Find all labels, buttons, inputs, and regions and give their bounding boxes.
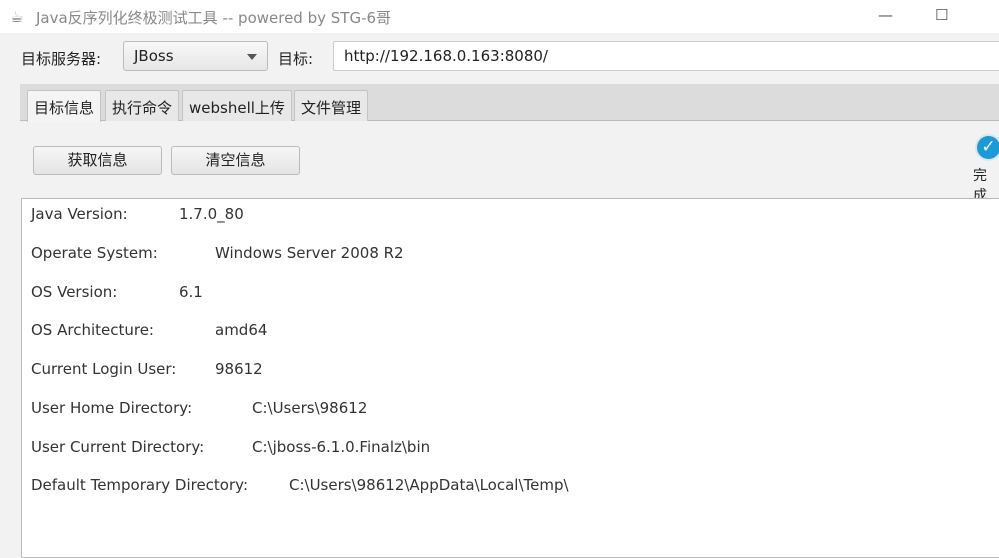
- info-value: 98612: [215, 360, 263, 378]
- info-value: 1.7.0_80: [179, 205, 244, 223]
- target-label: 目标:: [278, 50, 314, 68]
- tab-target-info[interactable]: 目标信息: [27, 90, 102, 122]
- check-circle-icon: ✓: [975, 134, 999, 161]
- info-key: OS Architecture:: [31, 321, 154, 339]
- server-label: 目标服务器:: [21, 50, 102, 68]
- clear-info-button[interactable]: 清空信息: [171, 146, 300, 175]
- info-key: Default Temporary Directory:: [31, 476, 248, 494]
- tab-execute-command[interactable]: 执行命令: [105, 90, 180, 121]
- info-key: User Current Directory:: [31, 438, 205, 456]
- tab-bar: 目标信息 执行命令 webshell上传 文件管理: [20, 84, 999, 122]
- maximize-button[interactable]: ☐: [935, 6, 948, 24]
- info-value: amd64: [215, 321, 268, 339]
- target-url-input[interactable]: http://192.168.0.163:8080/: [333, 41, 999, 71]
- info-value: 6.1: [179, 283, 203, 301]
- window-title: Java反序列化终极测试工具 -- powered by STG-6哥: [36, 9, 392, 27]
- target-url-value: http://192.168.0.163:8080/: [344, 47, 548, 65]
- info-value: Windows Server 2008 R2: [215, 244, 404, 262]
- target-info-textarea[interactable]: Java Version: 1.7.0_80 Operate System: Win…: [21, 198, 999, 558]
- get-info-button[interactable]: 获取信息: [33, 146, 162, 175]
- info-key: Java Version:: [31, 205, 128, 223]
- tab-webshell-upload[interactable]: webshell上传: [182, 90, 292, 121]
- info-value: C:\Users\98612: [252, 399, 368, 417]
- info-key: User Home Directory:: [31, 399, 193, 417]
- tab-file-management[interactable]: 文件管理: [294, 90, 369, 121]
- target-toolbar: 目标服务器: JBoss 目标: http://192.168.0.163:80…: [0, 40, 999, 74]
- info-value: C:\Users\98612\AppData\Local\Temp\: [289, 476, 569, 494]
- minimize-button[interactable]: —: [878, 6, 893, 24]
- info-key: OS Version:: [31, 283, 118, 301]
- server-select-value: JBoss: [134, 47, 174, 65]
- info-value: C:\jboss-6.1.0.Finalz\bin: [252, 438, 431, 456]
- java-cup-icon: ☕: [10, 8, 24, 26]
- title-bar: ☕ Java反序列化终极测试工具 -- powered by STG-6哥 — …: [0, 0, 999, 33]
- server-select[interactable]: JBoss: [123, 41, 268, 71]
- chevron-down-icon: [247, 54, 257, 60]
- info-key: Operate System:: [31, 244, 158, 262]
- info-key: Current Login User:: [31, 360, 177, 378]
